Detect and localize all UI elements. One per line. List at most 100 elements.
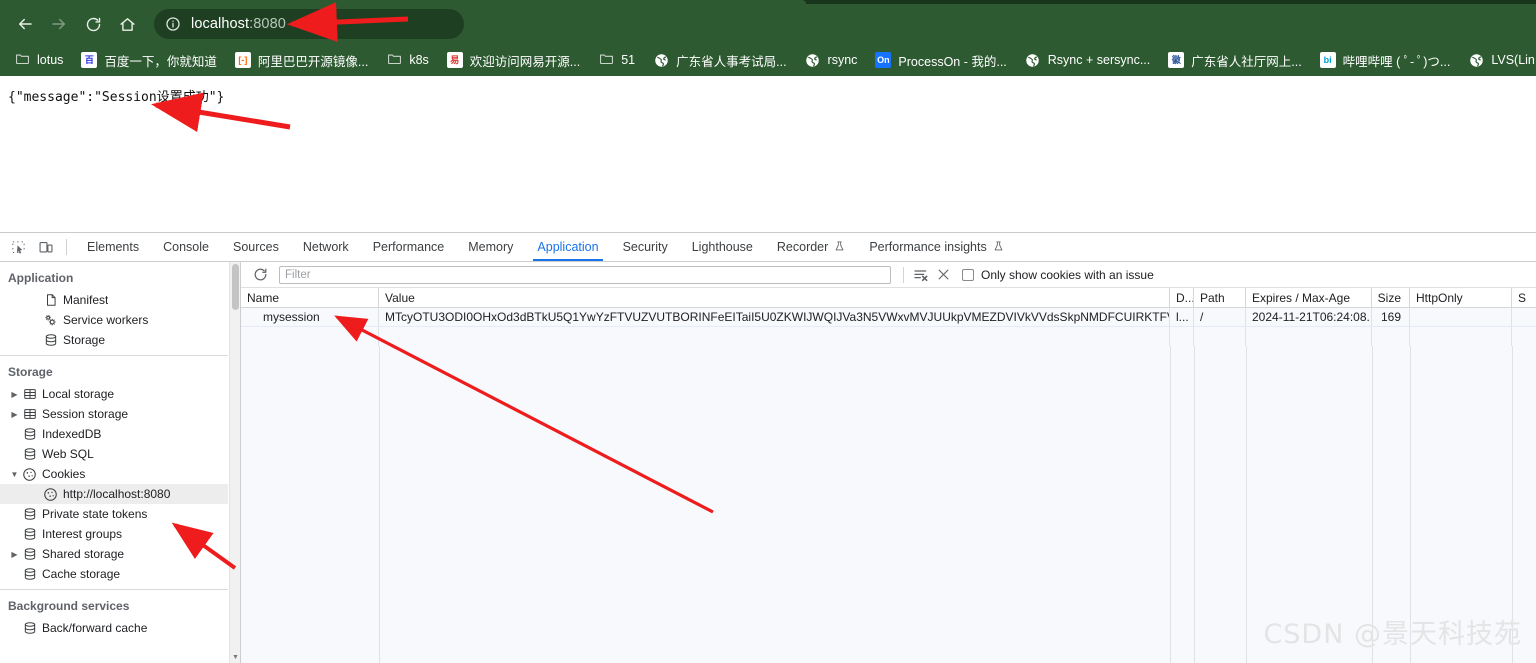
bookmark-item[interactable]: 51 <box>590 48 643 72</box>
column-header[interactable]: S <box>1512 288 1536 307</box>
refresh-icon[interactable] <box>249 265 271 285</box>
document-icon <box>46 294 56 306</box>
clear-all-cookies-icon[interactable] <box>932 265 954 285</box>
scroll-down-arrow[interactable]: ▼ <box>230 652 240 663</box>
filter-input[interactable]: Filter <box>279 265 891 284</box>
info-circle-icon[interactable] <box>163 15 182 34</box>
column-header[interactable]: D... <box>1170 288 1194 307</box>
column-header[interactable]: Path <box>1194 288 1246 307</box>
tab-label: Console <box>163 240 209 254</box>
table-icon <box>21 406 38 422</box>
scrollbar-thumb[interactable] <box>232 264 239 310</box>
devtools-tab-sources[interactable]: Sources <box>221 233 291 261</box>
cell-size[interactable]: 169 <box>1372 308 1410 326</box>
bookmark-item[interactable]: bi 哔哩哔哩 ( ﾟ- ﾟ)つ... <box>1312 48 1459 72</box>
sidebar-item-back-forward-cache[interactable]: Back/forward cache <box>0 618 228 638</box>
application-sidebar: Application Manifest Service workers Storag… <box>0 262 241 663</box>
sidebar-item-local-storage[interactable]: ▶ Local storage <box>0 384 228 404</box>
devtools-tab-network[interactable]: Network <box>291 233 361 261</box>
devtools-tab-lighthouse[interactable]: Lighthouse <box>680 233 765 261</box>
tab-label: Security <box>622 240 668 254</box>
sidebar-item-manifest[interactable]: Manifest <box>0 290 228 310</box>
filler-cell <box>379 327 1170 346</box>
cookies-toolbar: Filter Only show cookies with an issue <box>241 262 1536 288</box>
bookmark-item[interactable]: 广东省人事考试局... <box>645 48 794 72</box>
bookmark-item[interactable]: lotus <box>6 48 71 72</box>
sidebar-item-shared-storage[interactable]: ▶ Shared storage <box>0 544 228 564</box>
sidebar-item-storage[interactable]: Storage <box>0 330 228 350</box>
sidebar-item-label: Storage <box>63 333 106 347</box>
clear-filtered-icon[interactable] <box>910 265 932 285</box>
cell-httponly[interactable] <box>1410 308 1512 326</box>
experimental-flask-icon <box>993 240 1004 255</box>
address-bar[interactable]: localhost:8080 <box>154 9 464 39</box>
sidebar-item-web-sql[interactable]: Web SQL <box>0 444 228 464</box>
bookmark-label: 哔哩哔哩 ( ﾟ- ﾟ)つ... <box>1342 54 1451 69</box>
sidebar-item-cookies[interactable]: ▼ Cookies <box>0 464 228 484</box>
column-header[interactable]: Size <box>1372 288 1410 307</box>
cell-domain[interactable]: l... <box>1170 308 1194 326</box>
table-row[interactable]: mysession MTcyOTU3ODI0OHxOd3dBTkU5Q1YwYzF… <box>241 308 1536 327</box>
sidebar-item-indexeddb[interactable]: IndexedDB <box>0 424 228 444</box>
devtools-tab-recorder[interactable]: Recorder <box>765 233 857 261</box>
bookmark-item[interactable]: On ProcessOn - 我的... <box>867 48 1014 72</box>
column-header[interactable]: HttpOnly <box>1410 288 1512 307</box>
devtools-tab-performance[interactable]: Performance <box>361 233 457 261</box>
column-header[interactable]: Value <box>379 288 1170 307</box>
processon-favicon: On <box>875 52 892 68</box>
tab-label: Performance insights <box>869 240 987 254</box>
bookmark-item[interactable]: LVS(Lin <box>1460 48 1536 72</box>
column-header[interactable]: Expires / Max-Age <box>1246 288 1372 307</box>
cell-name[interactable]: mysession <box>241 308 379 326</box>
chevron-right-icon[interactable]: ▶ <box>8 390 21 399</box>
database-icon <box>21 546 38 562</box>
bookmark-item[interactable]: 百百度一下，你就知道 <box>73 48 225 72</box>
database-icon <box>24 508 35 520</box>
bookmark-item[interactable]: k8s <box>378 48 436 72</box>
cell-expires[interactable]: 2024-11-21T06:24:08.... <box>1246 308 1372 326</box>
bookmark-item[interactable]: Rsync + sersync... <box>1017 48 1158 72</box>
home-button[interactable] <box>112 9 142 39</box>
alibaba-favicon: [-] <box>234 52 251 68</box>
home-icon <box>119 17 135 31</box>
bookmark-item[interactable]: 易欢迎访问网易开源... <box>439 48 588 72</box>
chevron-right-icon[interactable]: ▶ <box>8 550 21 559</box>
checkbox-box[interactable] <box>962 268 974 281</box>
devtools-tab-security[interactable]: Security <box>611 233 680 261</box>
cookies-table[interactable]: Name Value D... Path Expires / Max-Age Size Ht… <box>241 288 1536 663</box>
sidebar-item-private-state-tokens[interactable]: Private state tokens <box>0 504 228 524</box>
devtools-tab-application[interactable]: Application <box>525 233 610 261</box>
cell-value[interactable]: MTcyOTU3ODI0OHxOd3dBTkU5Q1YwYzFTVUZVUTBO… <box>379 308 1170 326</box>
reload-button[interactable] <box>78 9 108 39</box>
chevron-right-icon[interactable]: ▶ <box>8 410 21 419</box>
forward-button[interactable] <box>44 9 74 39</box>
sidebar-item-service-workers[interactable]: Service workers <box>0 310 228 330</box>
cell-path[interactable]: / <box>1194 308 1246 326</box>
sidebar-item-interest-groups[interactable]: Interest groups <box>0 524 228 544</box>
sidebar-scrollbar[interactable]: ▲ ▼ <box>229 262 240 663</box>
chevron-down-icon[interactable]: ▼ <box>8 470 21 479</box>
bookmark-item[interactable]: rsync <box>797 48 866 72</box>
sidebar-item-session-storage[interactable]: ▶ Session storage <box>0 404 228 424</box>
sidebar-item-label: Session storage <box>42 407 129 421</box>
inspect-element-icon[interactable] <box>4 233 32 261</box>
only-issues-checkbox[interactable]: Only show cookies with an issue <box>962 268 1154 282</box>
device-toolbar-icon[interactable] <box>32 233 60 261</box>
sidebar-item-label: Service workers <box>63 313 149 327</box>
netease-favicon: 易 <box>446 52 463 68</box>
bookmark-label: 百度一下，你就知道 <box>104 54 217 69</box>
devtools-tab-elements[interactable]: Elements <box>75 233 151 261</box>
tab-strip[interactable] <box>0 0 1536 4</box>
cell-samesite[interactable] <box>1512 308 1536 326</box>
devtools-tab-console[interactable]: Console <box>151 233 221 261</box>
bookmark-item[interactable]: [-] 阿里巴巴开源镜像... <box>227 48 376 72</box>
globe-icon <box>654 53 668 67</box>
sidebar-item-http-localhost-8080[interactable]: http://localhost:8080 <box>0 484 228 504</box>
column-header[interactable]: Name <box>241 288 379 307</box>
back-button[interactable] <box>10 9 40 39</box>
devtools-tab-memory[interactable]: Memory <box>456 233 525 261</box>
bookmark-item[interactable]: 徽广东省人社厅网上... <box>1160 48 1309 72</box>
devtools-tab-performance-insights[interactable]: Performance insights <box>857 233 1015 261</box>
sidebar-item-cache-storage[interactable]: Cache storage <box>0 564 228 584</box>
sidebar-section: Storage ▶ Local storage ▶ Session storage Ind… <box>0 356 228 586</box>
